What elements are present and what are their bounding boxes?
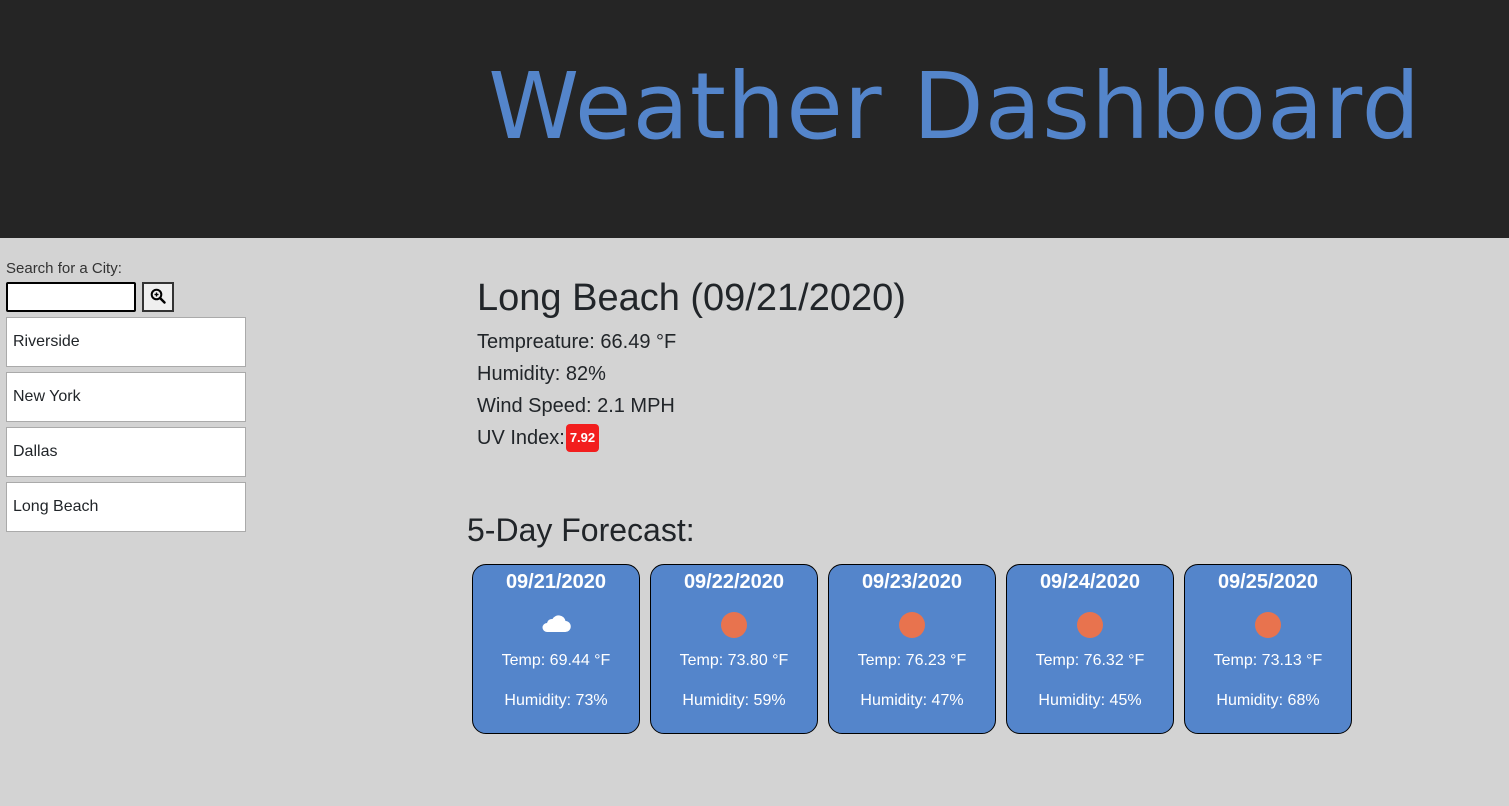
search-sidebar: Search for a City: Riverside New York Da…: [6, 260, 246, 537]
forecast-humidity: Humidity: 45%: [1038, 692, 1142, 709]
search-row: [6, 282, 246, 312]
forecast-humidity: Humidity: 68%: [1216, 692, 1320, 709]
forecast-date: 09/23/2020: [861, 571, 963, 593]
forecast-cards: 09/21/2020 Temp: 69.44 °F Humidity: 73% …: [472, 564, 1352, 734]
forecast-title: 5-Day Forecast:: [467, 512, 695, 548]
forecast-humidity: Humidity: 47%: [860, 692, 964, 709]
forecast-temp: Temp: 73.13 °F: [1213, 652, 1323, 669]
sun-icon: [899, 612, 925, 638]
history-city-button[interactable]: Riverside: [6, 317, 246, 367]
city-search-input[interactable]: [6, 282, 136, 312]
cloud-icon: [540, 612, 572, 639]
history-city-button[interactable]: New York: [6, 372, 246, 422]
forecast-humidity: Humidity: 73%: [504, 692, 608, 709]
header-banner: Weather Dashboard: [0, 0, 1509, 238]
forecast-temp: Temp: 76.23 °F: [857, 652, 967, 669]
search-history-list: Riverside New York Dallas Long Beach: [6, 317, 246, 532]
search-icon: [150, 288, 166, 307]
current-weather: Long Beach (09/21/2020) Tempreature: 66.…: [477, 276, 906, 454]
current-humidity: Humidity: 82%: [477, 362, 606, 385]
forecast-card: 09/25/2020 Temp: 73.13 °F Humidity: 68%: [1184, 564, 1352, 734]
forecast-date: 09/21/2020: [505, 571, 607, 593]
sun-icon: [721, 612, 747, 638]
page-title: Weather Dashboard: [488, 53, 1421, 160]
forecast-humidity: Humidity: 59%: [682, 692, 786, 709]
current-temperature: Tempreature: 66.49 °F: [477, 330, 677, 353]
sun-icon: [1077, 612, 1103, 638]
history-city-button[interactable]: Long Beach: [6, 482, 246, 532]
search-label: Search for a City:: [6, 260, 122, 277]
search-button[interactable]: [142, 282, 174, 312]
forecast-card: 09/23/2020 Temp: 76.23 °F Humidity: 47%: [828, 564, 996, 734]
forecast-temp: Temp: 76.32 °F: [1035, 652, 1145, 669]
forecast-card: 09/21/2020 Temp: 69.44 °F Humidity: 73%: [472, 564, 640, 734]
current-city-heading: Long Beach (09/21/2020): [477, 277, 906, 319]
uv-index-badge: 7.92: [565, 423, 600, 452]
forecast-date: 09/25/2020: [1217, 571, 1319, 593]
forecast-card: 09/22/2020 Temp: 73.80 °F Humidity: 59%: [650, 564, 818, 734]
forecast-temp: Temp: 73.80 °F: [679, 652, 789, 669]
current-wind-speed: Wind Speed: 2.1 MPH: [477, 394, 675, 417]
forecast-date: 09/24/2020: [1039, 571, 1141, 593]
forecast-date: 09/22/2020: [683, 571, 785, 593]
history-city-button[interactable]: Dallas: [6, 427, 246, 477]
uv-index-label: UV Index:: [477, 426, 565, 449]
sun-icon: [1255, 612, 1281, 638]
current-uv-row: UV Index: 7.92: [477, 422, 906, 454]
forecast-card: 09/24/2020 Temp: 76.32 °F Humidity: 45%: [1006, 564, 1174, 734]
forecast-temp: Temp: 69.44 °F: [501, 652, 611, 669]
